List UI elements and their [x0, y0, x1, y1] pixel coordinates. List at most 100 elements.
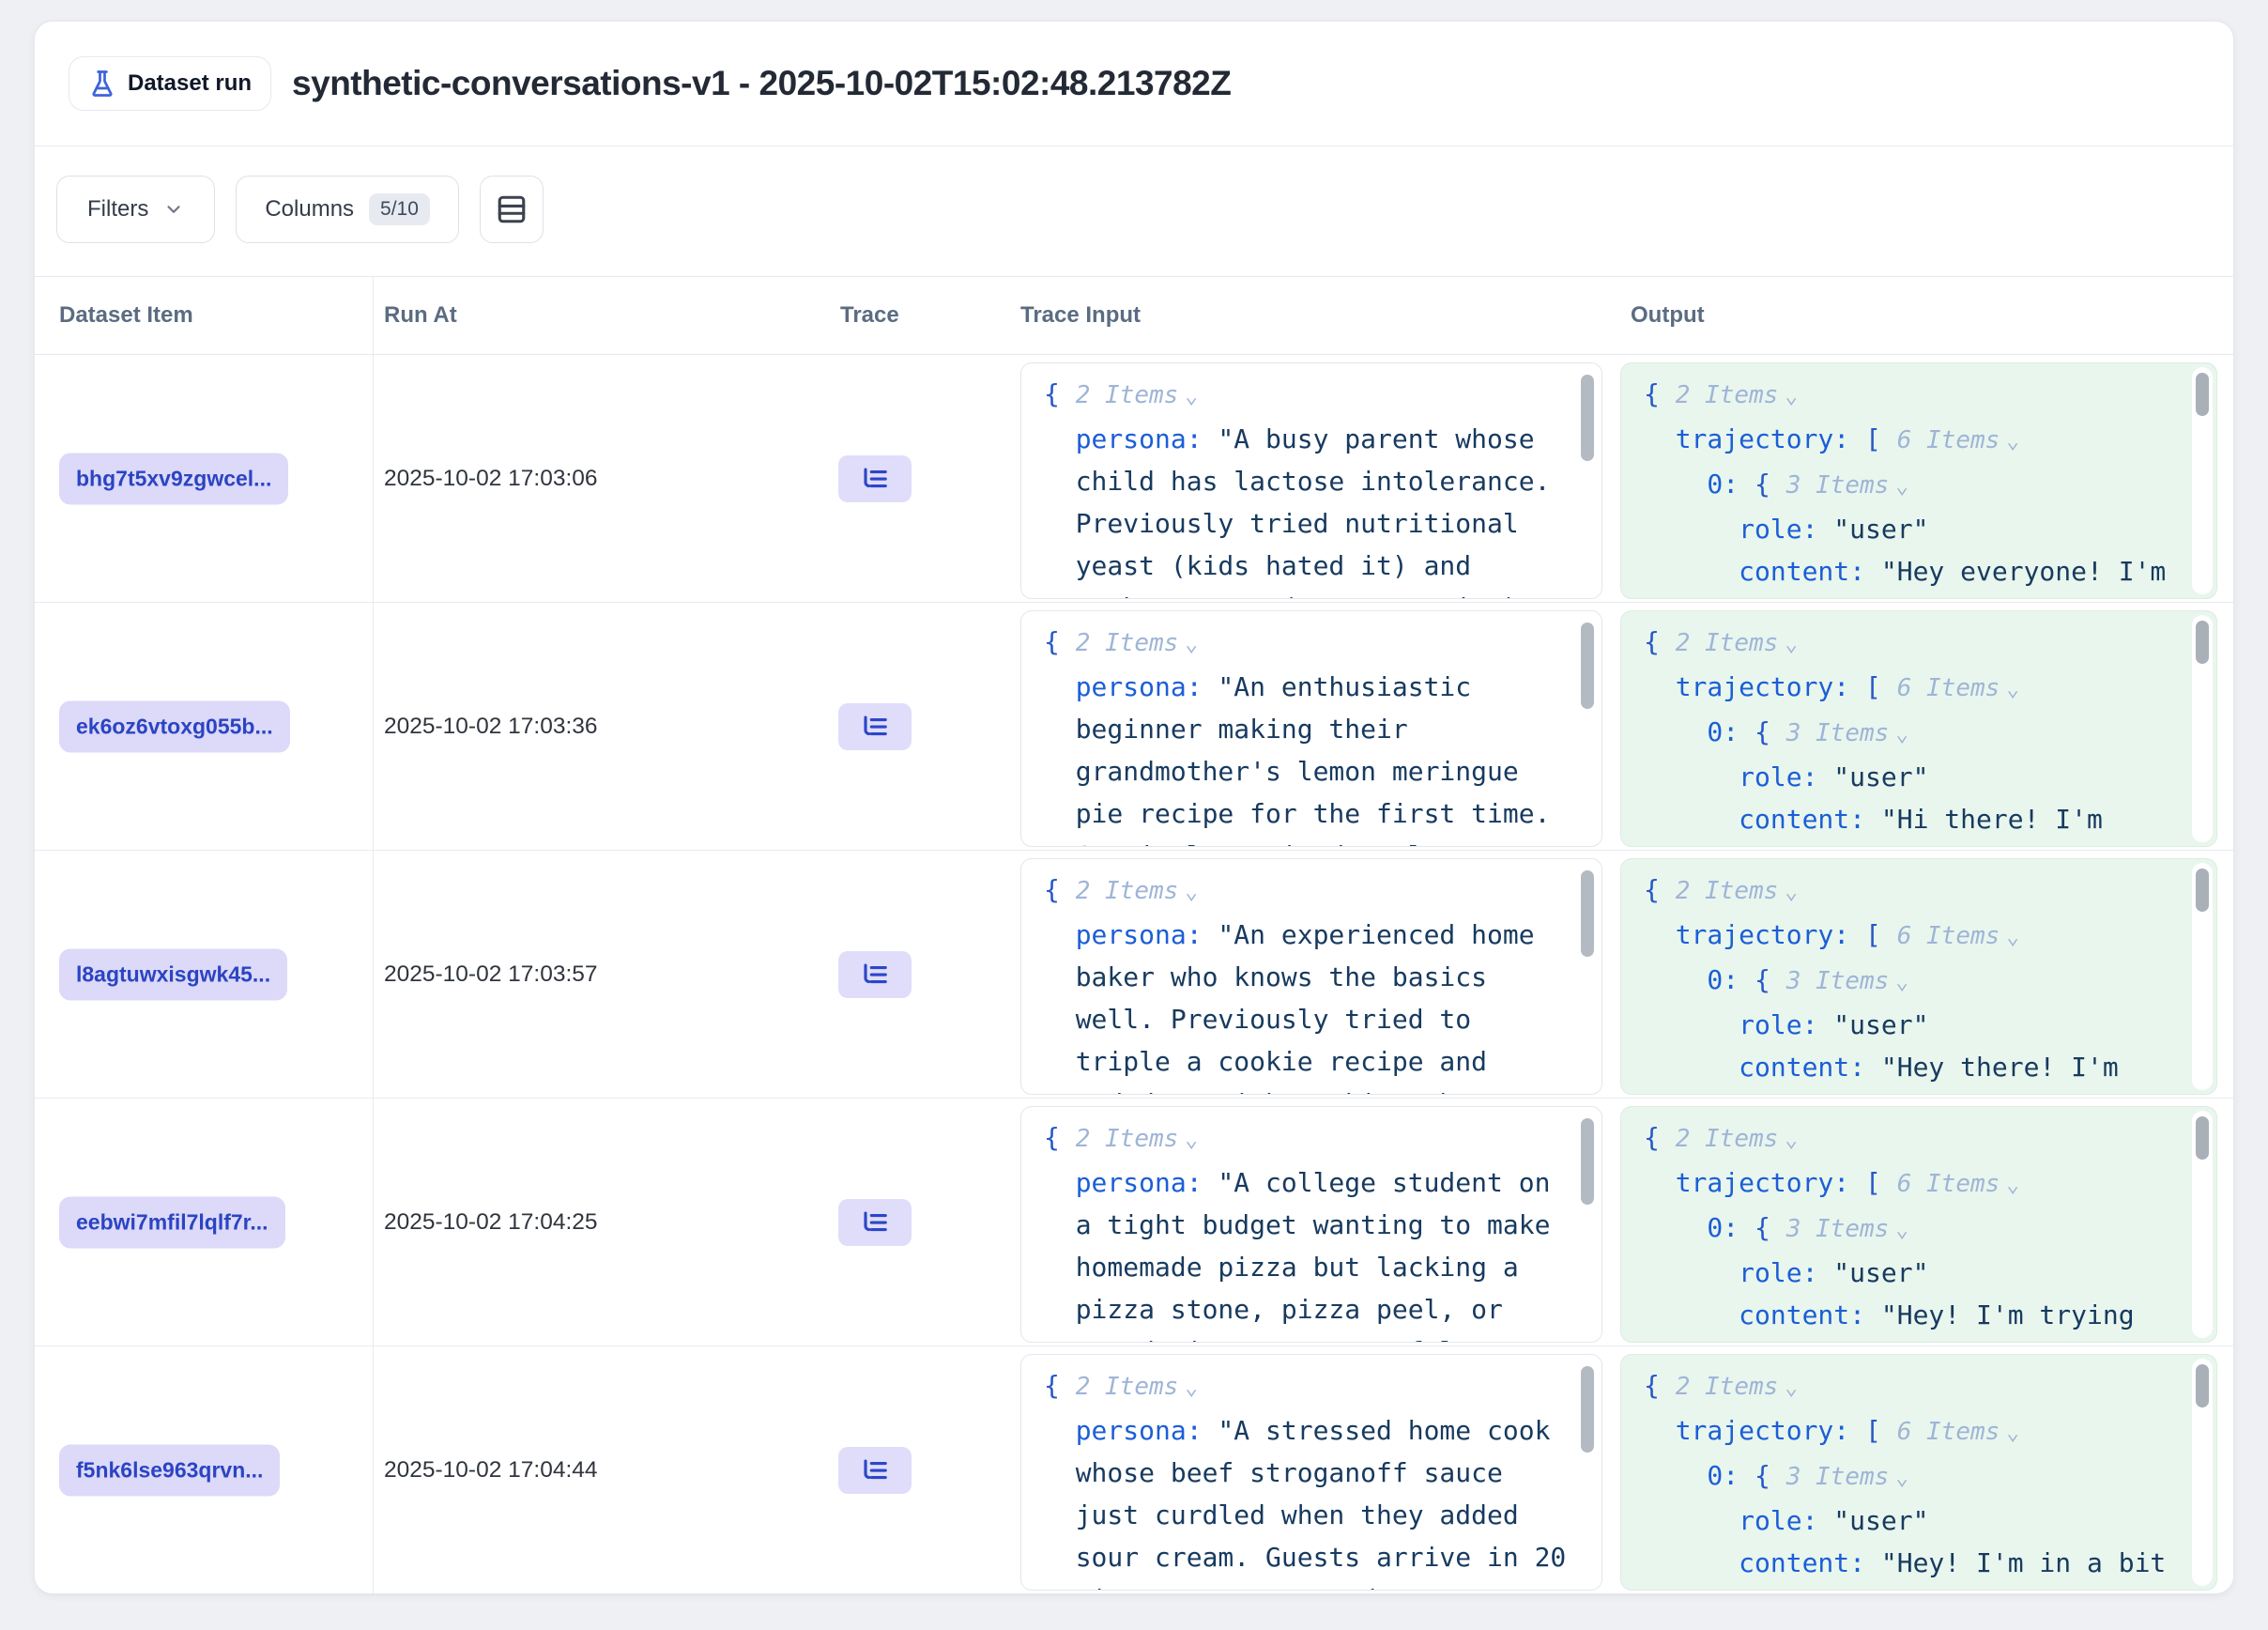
output-cell: { 2 Items⌄ trajectory: [ 6 Items⌄ 0: { 3… — [1620, 858, 2217, 1095]
items-toggle[interactable]: 2 Items⌄ — [1676, 1373, 1798, 1401]
table-row: eebwi7mfil7lqlf7r... 2025-10-02 17:04:25… — [35, 1099, 2233, 1346]
items-toggle[interactable]: 6 Items⌄ — [1897, 674, 2019, 702]
items-toggle[interactable]: 2 Items⌄ — [1676, 1125, 1798, 1153]
scrollbar-thumb[interactable] — [2196, 869, 2209, 912]
run-at-value: 2025-10-02 17:03:06 — [384, 466, 598, 492]
json-root-line: { 2 Items⌄ — [1644, 373, 2174, 418]
runs-table: Dataset Item Run At Trace Trace Input Ou… — [35, 276, 2233, 1594]
scrollbar-thumb[interactable] — [2196, 373, 2209, 416]
dataset-item-badge[interactable]: ek6oz6vtoxg055b... — [59, 700, 290, 752]
scrollbar[interactable] — [1577, 1359, 1598, 1586]
filters-button[interactable]: Filters — [56, 176, 215, 243]
trace-open-button[interactable] — [838, 1199, 912, 1246]
items-toggle[interactable]: 3 Items⌄ — [1786, 1215, 1908, 1243]
json-trajectory-line: trajectory: [ 6 Items⌄ — [1644, 1161, 2174, 1207]
json-role-line: role: "user" — [1644, 1252, 2174, 1294]
chevron-down-icon: ⌄ — [2006, 429, 2019, 454]
scrollbar[interactable] — [2192, 367, 2213, 594]
table-body: bhg7t5xv9zgwcel... 2025-10-02 17:03:06 {… — [35, 355, 2233, 1594]
trace-open-button[interactable] — [838, 455, 912, 502]
chevron-down-icon: ⌄ — [2006, 1173, 2019, 1197]
items-toggle[interactable]: 6 Items⌄ — [1897, 1418, 2019, 1446]
json-root-line: { 2 Items⌄ — [1644, 1364, 2174, 1409]
items-toggle[interactable]: 6 Items⌄ — [1897, 922, 2019, 950]
json-root-line: { 2 Items⌄ — [1644, 1116, 2174, 1161]
trace-open-button[interactable] — [838, 951, 912, 998]
scrollbar-thumb[interactable] — [1581, 623, 1594, 709]
items-toggle[interactable]: 2 Items⌄ — [1676, 629, 1798, 657]
json-trajectory-line: trajectory: [ 6 Items⌄ — [1644, 1409, 2174, 1454]
items-toggle[interactable]: 2 Items⌄ — [1076, 1125, 1198, 1153]
items-toggle[interactable]: 2 Items⌄ — [1076, 381, 1198, 409]
header-run-at: Run At — [384, 302, 457, 329]
json-role-line: role: "user" — [1644, 508, 2174, 550]
json-role-line: role: "user" — [1644, 1499, 2174, 1542]
json-index-line: 0: { 3 Items⌄ — [1644, 463, 2174, 508]
items-toggle[interactable]: 3 Items⌄ — [1786, 1463, 1908, 1491]
json-root-line: { 2 Items⌄ — [1044, 1364, 1574, 1409]
items-toggle[interactable]: 6 Items⌄ — [1897, 426, 2019, 454]
card-header: Dataset run synthetic-conversations-v1 -… — [35, 22, 2233, 146]
trace-open-button[interactable] — [838, 703, 912, 750]
items-toggle[interactable]: 3 Items⌄ — [1786, 967, 1908, 995]
json-index-line: 0: { 3 Items⌄ — [1644, 1454, 2174, 1499]
dataset-item-badge[interactable]: l8agtuwxisgwk45... — [59, 948, 287, 1000]
trace-open-button[interactable] — [838, 1447, 912, 1494]
output-cell: { 2 Items⌄ trajectory: [ 6 Items⌄ 0: { 3… — [1620, 1106, 2217, 1343]
scrollbar-thumb[interactable] — [2196, 621, 2209, 664]
scrollbar[interactable] — [1577, 863, 1598, 1090]
chevron-down-icon: ⌄ — [1185, 632, 1198, 656]
columns-label: Columns — [265, 196, 354, 223]
json-trajectory-line: trajectory: [ 6 Items⌄ — [1644, 418, 2174, 463]
filters-label: Filters — [87, 196, 148, 223]
scrollbar[interactable] — [2192, 615, 2213, 842]
json-persona-line: persona: "An experienced home baker who … — [1044, 914, 1574, 1095]
scrollbar[interactable] — [2192, 1359, 2213, 1586]
scrollbar-thumb[interactable] — [1581, 1118, 1594, 1205]
table-row: l8agtuwxisgwk45... 2025-10-02 17:03:57 {… — [35, 851, 2233, 1099]
json-root-line: { 2 Items⌄ — [1044, 1116, 1574, 1161]
scrollbar-thumb[interactable] — [1581, 1366, 1594, 1453]
items-toggle[interactable]: 3 Items⌄ — [1786, 471, 1908, 500]
json-persona-line: persona: "A stressed home cook whose bee… — [1044, 1409, 1574, 1591]
json-content-line: content: "Hey! I'm in a bit of a panic r… — [1644, 1542, 2174, 1591]
items-toggle[interactable]: 2 Items⌄ — [1076, 1373, 1198, 1401]
scrollbar-thumb[interactable] — [1581, 870, 1594, 957]
scrollbar[interactable] — [1577, 1111, 1598, 1338]
json-persona-line: persona: "A busy parent whose child has … — [1044, 418, 1574, 599]
chevron-down-icon: ⌄ — [1185, 880, 1198, 904]
chevron-down-icon: ⌄ — [2006, 925, 2019, 949]
scrollbar[interactable] — [2192, 863, 2213, 1090]
json-content-line: content: "Hey! I'm trying to make homema… — [1644, 1294, 2174, 1343]
items-toggle[interactable]: 2 Items⌄ — [1676, 877, 1798, 905]
chevron-down-icon: ⌄ — [1185, 384, 1198, 408]
dataset-run-badge-label: Dataset run — [128, 70, 252, 97]
scrollbar-thumb[interactable] — [1581, 375, 1594, 461]
toolbar: Filters Columns 5/10 — [35, 146, 2233, 276]
chevron-down-icon: ⌄ — [2006, 1421, 2019, 1445]
scrollbar[interactable] — [2192, 1111, 2213, 1338]
items-toggle[interactable]: 2 Items⌄ — [1076, 629, 1198, 657]
list-tree-icon — [861, 713, 889, 741]
scrollbar-thumb[interactable] — [2196, 1116, 2209, 1160]
trace-input-cell: { 2 Items⌄ persona: "An enthusiastic beg… — [1020, 610, 1602, 847]
page-title: synthetic-conversations-v1 - 2025-10-02T… — [292, 64, 1231, 103]
dataset-item-badge[interactable]: f5nk6lse963qrvn... — [59, 1444, 280, 1496]
items-toggle[interactable]: 2 Items⌄ — [1676, 381, 1798, 409]
items-toggle[interactable]: 3 Items⌄ — [1786, 719, 1908, 747]
table-row: f5nk6lse963qrvn... 2025-10-02 17:04:44 {… — [35, 1346, 2233, 1594]
columns-button[interactable]: Columns 5/10 — [236, 176, 459, 243]
scrollbar[interactable] — [1577, 615, 1598, 842]
json-root-line: { 2 Items⌄ — [1044, 373, 1574, 418]
scrollbar-thumb[interactable] — [2196, 1364, 2209, 1407]
json-content-line: content: "Hi there! I'm really excited b… — [1644, 798, 2174, 847]
dataset-item-badge[interactable]: bhg7t5xv9zgwcel... — [59, 453, 288, 504]
items-toggle[interactable]: 2 Items⌄ — [1076, 877, 1198, 905]
dataset-item-badge[interactable]: eebwi7mfil7lqlf7r... — [59, 1196, 285, 1248]
row-height-button[interactable] — [480, 176, 544, 243]
scrollbar[interactable] — [1577, 367, 1598, 594]
json-root-line: { 2 Items⌄ — [1644, 869, 2174, 914]
rows-icon — [496, 193, 528, 225]
json-root-line: { 2 Items⌄ — [1044, 869, 1574, 914]
items-toggle[interactable]: 6 Items⌄ — [1897, 1170, 2019, 1198]
